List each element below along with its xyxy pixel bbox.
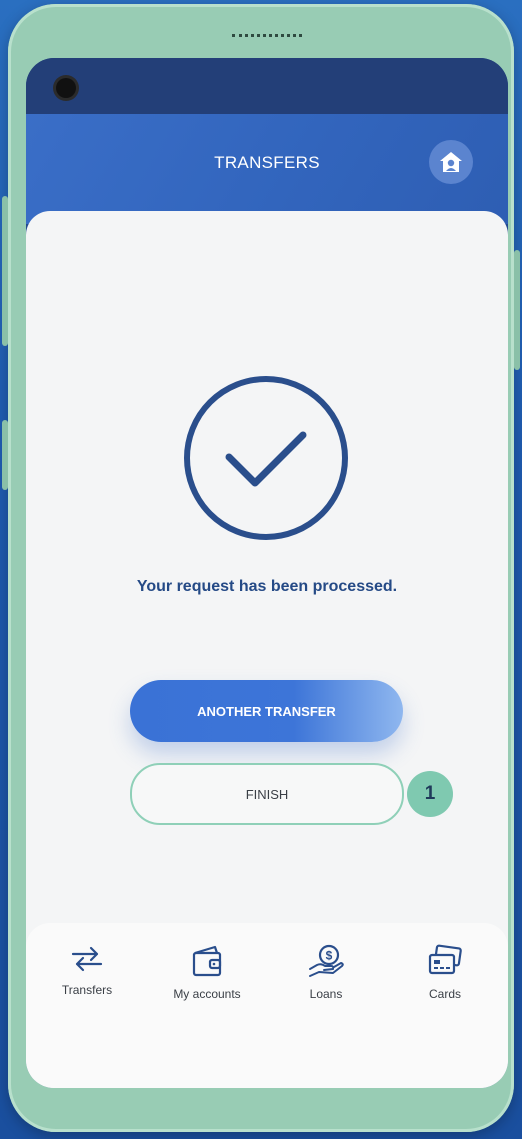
app-screen: TRANSFERS Your request has been processe… <box>26 58 508 1088</box>
tab-transfers[interactable]: Transfers <box>32 943 142 1013</box>
status-bar <box>26 58 508 114</box>
speaker-grille <box>232 34 302 42</box>
home-button[interactable] <box>429 140 473 184</box>
home-user-icon <box>440 152 462 172</box>
step-badge: 1 <box>407 771 453 817</box>
tab-label: My accounts <box>173 987 241 1001</box>
side-button-left <box>2 196 8 346</box>
cards-icon <box>428 944 462 975</box>
side-button-left-lower <box>2 420 8 490</box>
tab-loans[interactable]: $ Loans <box>271 943 381 1013</box>
tab-my-accounts[interactable]: My accounts <box>152 943 262 1013</box>
another-transfer-button[interactable]: ANOTHER TRANSFER <box>130 680 403 742</box>
transfer-arrows-icon <box>71 946 103 972</box>
wallet-icon <box>192 945 222 977</box>
tab-label: Cards <box>428 987 461 1001</box>
tab-cards[interactable]: Cards <box>390 943 500 1013</box>
finish-button[interactable]: FINISH <box>130 763 404 825</box>
hand-coin-icon: $ <box>309 944 344 977</box>
tab-label: Loans <box>309 987 343 1001</box>
side-button-right <box>514 250 520 370</box>
tab-label: Transfers <box>61 983 113 997</box>
bottom-tab-bar: Transfers My accounts $ Loans Cards <box>26 923 508 1088</box>
svg-text:$: $ <box>326 949 333 963</box>
camera-icon <box>56 78 76 98</box>
status-message: Your request has been processed. <box>136 578 398 595</box>
success-check-icon <box>184 376 348 540</box>
